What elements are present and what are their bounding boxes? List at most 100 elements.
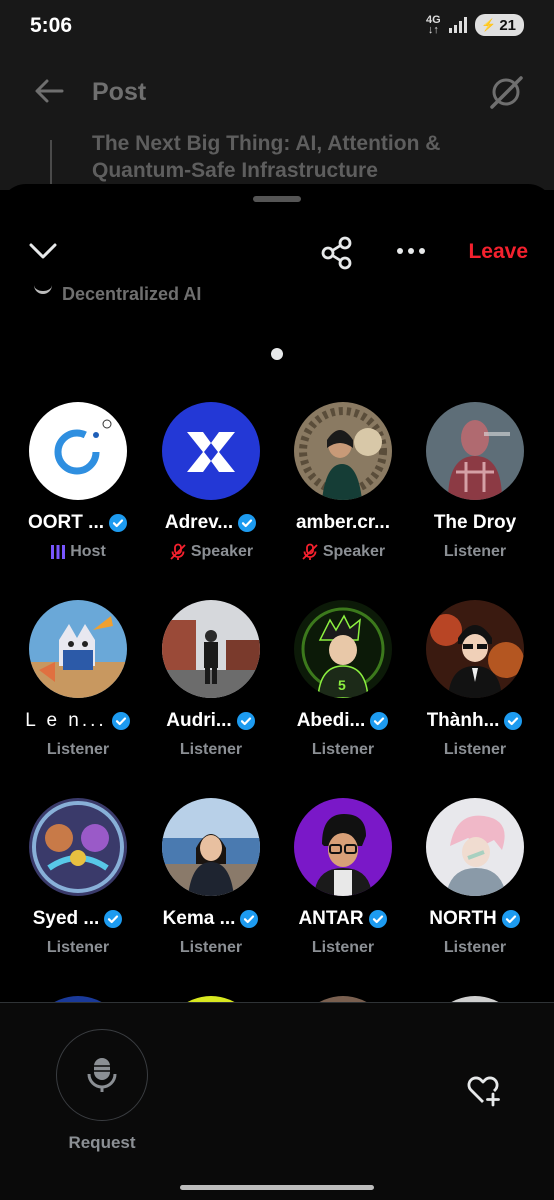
participant-role: Speaker: [322, 543, 386, 560]
participant-role: Listener: [443, 939, 507, 956]
sheet-grabber[interactable]: [253, 196, 301, 202]
background-post-screen: Post The Next Big Thing: AI, Attention &…: [0, 56, 554, 190]
participant-role: Speaker: [190, 543, 254, 560]
participant-card[interactable]: Audri... Listener: [145, 600, 277, 770]
name-row: Abedi...: [277, 710, 409, 732]
role-row: Speaker: [277, 543, 409, 561]
role-row: Listener: [145, 939, 277, 957]
participant-name: Thành...: [426, 710, 500, 731]
participant-card[interactable]: NORTH Listener: [409, 798, 541, 968]
participant-card[interactable]: amber.cr... Speaker: [277, 402, 409, 572]
verified-badge-icon: [368, 910, 387, 928]
participant-card[interactable]: Syed ... Listener: [12, 798, 144, 968]
participant-card[interactable]: The Droy Listener: [409, 402, 541, 572]
avatar[interactable]: 5: [294, 600, 392, 698]
avatar[interactable]: [29, 600, 127, 698]
grok-logo-icon[interactable]: [488, 74, 524, 110]
verified-badge-icon: [104, 910, 123, 928]
home-indicator[interactable]: [180, 1185, 374, 1190]
avatar[interactable]: [29, 798, 127, 896]
mic-muted-icon: [170, 543, 186, 560]
participant-name: NORTH: [429, 908, 497, 929]
participant-name: OORT ...: [28, 512, 104, 533]
avatar[interactable]: [426, 402, 524, 500]
verified-badge-icon: [111, 712, 130, 730]
name-row: The Droy: [409, 512, 541, 534]
name-row: Syed ...: [12, 908, 144, 930]
participant-name: Audri...: [166, 710, 232, 731]
status-bar: 5:06 4G ↓↑ ⚡ 21: [0, 0, 554, 56]
status-icons: 4G ↓↑ ⚡ 21: [425, 14, 524, 36]
bottom-controls: Request: [0, 1003, 554, 1200]
signal-icon: [449, 17, 468, 33]
svg-text:5: 5: [338, 677, 346, 693]
participant-card[interactable]: OORT ... Host: [12, 402, 144, 572]
participant-name: L e n...: [25, 710, 107, 731]
leave-button[interactable]: Leave: [468, 240, 528, 264]
quote-line: [50, 140, 52, 190]
participant-card[interactable]: 5 Abedi... Listener: [277, 600, 409, 770]
participant-role: Listener: [46, 939, 110, 956]
network-indicator: 4G ↓↑: [426, 14, 441, 36]
role-row: Listener: [277, 939, 409, 957]
request-label: Request: [68, 1133, 136, 1152]
collapse-chevron-icon[interactable]: [28, 240, 58, 262]
participant-name: The Droy: [433, 512, 517, 533]
verified-badge-icon: [370, 712, 389, 730]
participant-name: amber.cr...: [295, 512, 390, 533]
name-row: ANTAR: [277, 908, 409, 930]
space-title-icon: [34, 284, 52, 294]
participant-role: Host: [70, 543, 106, 560]
role-row: Listener: [277, 741, 409, 759]
name-row: L e n...: [12, 710, 144, 732]
participant-card[interactable]: Adrev... Speaker: [145, 402, 277, 572]
participant-role: Listener: [311, 939, 375, 956]
participant-card[interactable]: Thành... Listener: [409, 600, 541, 770]
verified-badge-icon: [504, 712, 523, 730]
name-row: Adrev...: [145, 512, 277, 534]
page-title: Post: [92, 78, 147, 106]
battery-indicator: ⚡ 21: [475, 14, 524, 36]
avatar[interactable]: [162, 402, 260, 500]
role-row: Listener: [145, 741, 277, 759]
avatar[interactable]: [294, 798, 392, 896]
role-row: Listener: [12, 939, 144, 957]
space-title: Decentralized AI: [62, 284, 202, 304]
name-row: NORTH: [409, 908, 541, 930]
avatar[interactable]: [162, 600, 260, 698]
page-indicator-dot[interactable]: [271, 348, 283, 360]
participant-card[interactable]: ANTAR Listener: [277, 798, 409, 968]
avatar[interactable]: [29, 402, 127, 500]
verified-badge-icon: [501, 910, 520, 928]
role-row: Listener: [12, 741, 144, 759]
charging-icon: ⚡: [481, 18, 497, 32]
role-row: Listener: [409, 543, 541, 561]
name-row: Audri...: [145, 710, 277, 732]
host-bars-icon: [51, 545, 66, 559]
avatar[interactable]: [426, 798, 524, 896]
avatar[interactable]: [294, 402, 392, 500]
verified-badge-icon: [109, 514, 127, 532]
back-arrow-icon[interactable]: [34, 78, 64, 104]
verified-badge-icon: [240, 910, 259, 928]
participant-role: Listener: [443, 741, 507, 758]
participant-role: Listener: [443, 543, 507, 560]
participants-grid: OORT ... Host Adrev... Speaker amber.cr.…: [0, 402, 554, 1002]
role-row: Listener: [409, 741, 541, 759]
heart-plus-icon[interactable]: [466, 1073, 502, 1107]
role-row: Listener: [409, 939, 541, 957]
mic-muted-icon: [302, 543, 318, 560]
share-icon[interactable]: [320, 236, 354, 270]
participant-card[interactable]: Kema ... Listener: [145, 798, 277, 968]
more-options-icon[interactable]: [395, 240, 427, 262]
participant-card[interactable]: L e n... Listener: [12, 600, 144, 770]
name-row: Kema ...: [145, 908, 277, 930]
participant-role: Listener: [179, 939, 243, 956]
participant-name: Adrev...: [164, 512, 234, 533]
request-mic-button[interactable]: [56, 1029, 148, 1121]
microphone-icon: [87, 1058, 117, 1092]
avatar[interactable]: [162, 798, 260, 896]
avatar[interactable]: [426, 600, 524, 698]
participant-role: Listener: [46, 741, 110, 758]
status-time: 5:06: [30, 14, 73, 37]
